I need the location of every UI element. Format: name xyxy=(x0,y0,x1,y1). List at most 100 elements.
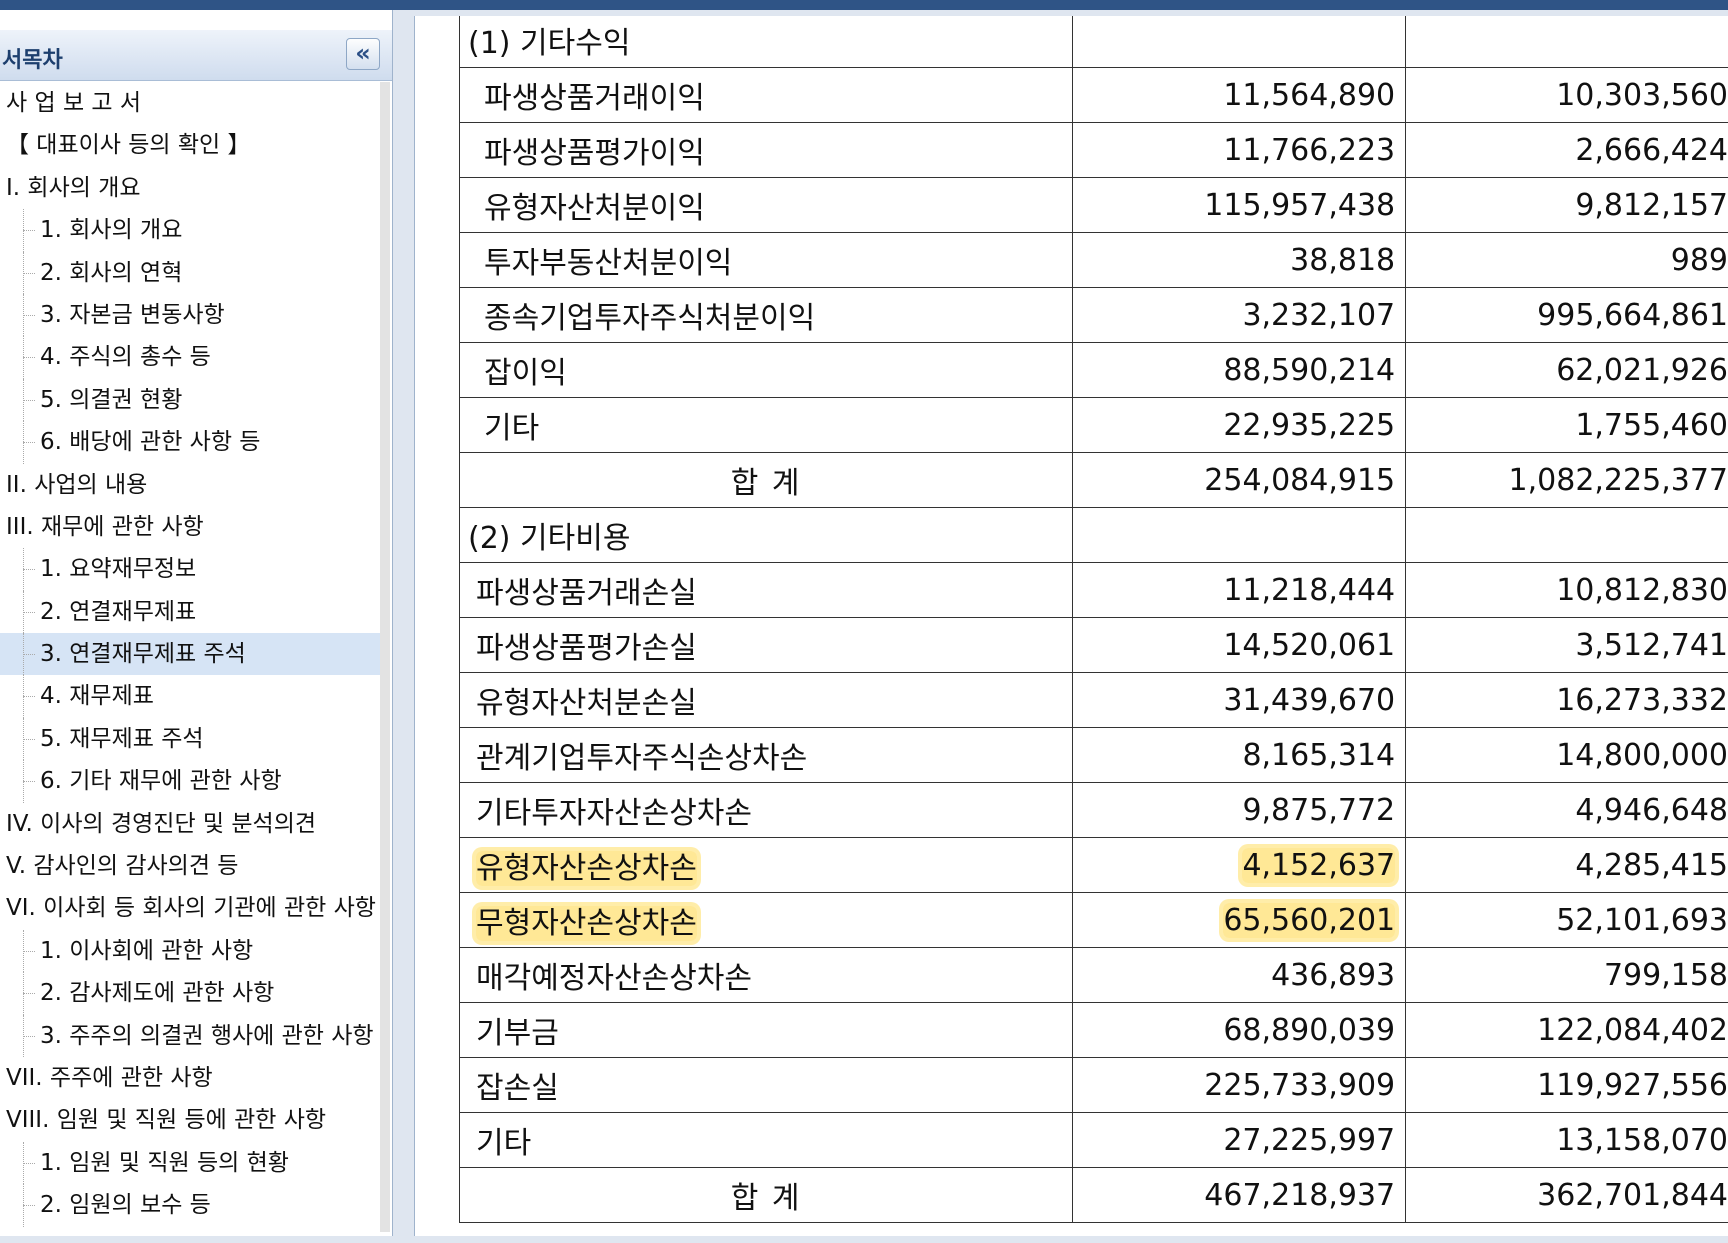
current-period-cell xyxy=(1072,507,1407,563)
prior-period-value: 3,512,741 xyxy=(1575,627,1728,663)
table-row: 기타투자자산손상차손 9,875,772 4,946,648 xyxy=(458,782,1728,838)
current-period-value: 4,152,637 xyxy=(1242,847,1396,883)
toc-item[interactable]: 1. 회사의 개요 xyxy=(0,209,386,252)
toc-item[interactable]: III. 재무에 관한 사항 xyxy=(0,506,386,548)
current-period-value: 68,890,039 xyxy=(1223,1012,1396,1048)
table-row: 파생상품거래이익 11,564,890 10,303,560 xyxy=(458,67,1728,123)
prior-period-value: 10,812,830 xyxy=(1556,572,1728,608)
sidebar-scrollbar[interactable] xyxy=(380,82,390,1232)
current-period-cell: 88,590,214 xyxy=(1072,342,1407,398)
current-period-value: 22,935,225 xyxy=(1223,407,1396,443)
prior-period-value: 52,101,693 xyxy=(1556,902,1728,938)
account-name: 관계기업투자주식손상차손 xyxy=(476,741,808,776)
prior-period-value: 995,664,861 xyxy=(1537,297,1728,333)
current-period-cell: 65,560,201 xyxy=(1072,892,1407,948)
toc-item[interactable]: V. 감사인의 감사의견 등 xyxy=(0,845,386,887)
current-period-cell: 11,218,444 xyxy=(1072,562,1407,618)
account-name-cell: 기타 xyxy=(458,1112,1074,1168)
toc-item[interactable]: VII. 주주에 관한 사항 xyxy=(0,1057,386,1099)
table-row: 파생상품평가손실 14,520,061 3,512,741 xyxy=(458,617,1728,673)
account-name: 매각예정자산손상차손 xyxy=(476,961,752,996)
toc-item[interactable]: 6. 배당에 관한 사항 등 xyxy=(0,421,386,464)
account-name: 합 계 xyxy=(730,1181,802,1216)
prior-period-cell: 13,158,070 xyxy=(1405,1112,1728,1168)
prior-period-cell: 1,082,225,377 xyxy=(1405,452,1728,508)
toc-item[interactable]: 6. 기타 재무에 관한 사항 xyxy=(0,760,386,804)
window-bottom-strip xyxy=(0,1236,1728,1243)
prior-period-cell: 799,158 xyxy=(1405,947,1728,1003)
document-content: (1) 기타수익 파생상품거래이익 11,564,890 10,303,560 파생상품… xyxy=(414,16,1728,1236)
current-period-value: 11,564,890 xyxy=(1223,77,1396,113)
prior-period-value: 16,273,332 xyxy=(1556,682,1728,718)
account-name-cell: 잡이익 xyxy=(458,342,1074,398)
current-period-cell: 38,818 xyxy=(1072,232,1407,288)
toc-item[interactable]: IV. 이사의 경영진단 및 분석의견 xyxy=(0,803,386,845)
toc-item[interactable]: 1. 임원 및 직원 등의 현황 xyxy=(0,1141,386,1185)
current-period-cell: 8,165,314 xyxy=(1072,727,1407,783)
prior-period-cell: 14,800,000 xyxy=(1405,727,1728,783)
toc-item[interactable]: 5. 재무제표 주석 xyxy=(0,717,386,761)
current-period-value: 436,893 xyxy=(1271,957,1396,993)
prior-period-cell: 995,664,861 xyxy=(1405,287,1728,343)
prior-period-cell xyxy=(1405,16,1728,68)
prior-period-cell: 1,755,460 xyxy=(1405,397,1728,453)
toc-item[interactable]: 3. 자본금 변동사항 xyxy=(0,293,386,337)
table-row: 유형자산손상차손 4,152,637 4,285,415 xyxy=(458,837,1728,893)
current-period-value: 11,766,223 xyxy=(1223,132,1396,168)
toc-item[interactable]: 2. 감사제도에 관한 사항 xyxy=(0,972,386,1015)
toc-item[interactable]: 4. 주식의 총수 등 xyxy=(0,336,386,380)
toc-item[interactable]: 4. 재무제표 xyxy=(0,675,386,719)
total-row: 합 계 254,084,915 1,082,225,377 xyxy=(458,452,1728,508)
prior-period-value: 13,158,070 xyxy=(1556,1122,1728,1158)
current-period-value: 27,225,997 xyxy=(1223,1122,1396,1158)
current-period-cell: 9,875,772 xyxy=(1072,782,1407,838)
account-name: 투자부동산처분이익 xyxy=(484,246,733,281)
current-period-value: 9,875,772 xyxy=(1242,792,1396,828)
prior-period-value: 799,158 xyxy=(1603,957,1728,993)
table-row: 파생상품거래손실 11,218,444 10,812,830 xyxy=(458,562,1728,618)
current-period-cell: 254,084,915 xyxy=(1072,452,1407,508)
prior-period-cell: 52,101,693 xyxy=(1405,892,1728,948)
toc-item[interactable]: 3. 주주의 의결권 행사에 관한 사항 xyxy=(0,1014,386,1058)
current-period-value: 8,165,314 xyxy=(1242,737,1396,773)
current-period-cell: 31,439,670 xyxy=(1072,672,1407,728)
toc-item[interactable]: 1. 요약재무정보 xyxy=(0,548,386,592)
account-name-cell: 관계기업투자주식손상차손 xyxy=(458,727,1074,783)
account-name: 파생상품거래손실 xyxy=(476,576,697,611)
prior-period-cell: 9,812,157 xyxy=(1405,177,1728,233)
toc-item[interactable]: 사 업 보 고 서 xyxy=(0,82,386,124)
table-row: 종속기업투자주식처분이익 3,232,107 995,664,861 xyxy=(458,287,1728,343)
other-income-expense-table: (1) 기타수익 파생상품거래이익 11,564,890 10,303,560 파생상품… xyxy=(458,16,1728,1223)
table-row: 기타 22,935,225 1,755,460 xyxy=(458,397,1728,453)
account-name-cell: 유형자산처분이익 xyxy=(458,177,1074,233)
account-name-cell: 파생상품거래이익 xyxy=(458,67,1074,123)
toc-item[interactable]: 2. 회사의 연혁 xyxy=(0,251,386,295)
current-period-cell: 3,232,107 xyxy=(1072,287,1407,343)
prior-period-value: 119,927,556 xyxy=(1537,1067,1728,1103)
current-period-value: 11,218,444 xyxy=(1223,572,1396,608)
toc-item[interactable]: 3. 연결재무제표 주석 xyxy=(0,633,386,676)
current-period-value: 38,818 xyxy=(1290,242,1396,278)
toc-item[interactable]: II. 사업의 내용 xyxy=(0,464,386,506)
toc-item[interactable]: I. 회사의 개요 xyxy=(0,167,386,209)
toc-item[interactable]: 2. 임원의 보수 등 xyxy=(0,1184,386,1227)
sidebar-title: 서목차 xyxy=(2,48,63,73)
toc-item[interactable]: 【 대표이사 등의 확인 】 xyxy=(0,124,386,166)
account-name: 유형자산손상차손 xyxy=(476,851,697,886)
prior-period-value: 2,666,424 xyxy=(1575,132,1728,168)
prior-period-cell: 62,021,926 xyxy=(1405,342,1728,398)
toc-item[interactable]: VIII. 임원 및 직원 등에 관한 사항 xyxy=(0,1099,386,1141)
table-row: 기타 27,225,997 13,158,070 xyxy=(458,1112,1728,1168)
prior-period-value: 9,812,157 xyxy=(1575,187,1728,223)
toc-item[interactable]: 2. 연결재무제표 xyxy=(0,590,386,634)
account-name: 기부금 xyxy=(476,1016,559,1051)
current-period-value: 88,590,214 xyxy=(1223,352,1396,388)
current-period-cell: 11,766,223 xyxy=(1072,122,1407,178)
collapse-sidebar-button[interactable]: « xyxy=(346,38,380,70)
account-name: 잡이익 xyxy=(484,356,567,391)
toc-item[interactable]: 1. 이사회에 관한 사항 xyxy=(0,929,386,973)
prior-period-cell: 10,812,830 xyxy=(1405,562,1728,618)
toc-item[interactable]: VI. 이사회 등 회사의 기관에 관한 사항 xyxy=(0,887,386,929)
toc-item[interactable]: 5. 의결권 현황 xyxy=(0,378,386,422)
prior-period-cell: 16,273,332 xyxy=(1405,672,1728,728)
